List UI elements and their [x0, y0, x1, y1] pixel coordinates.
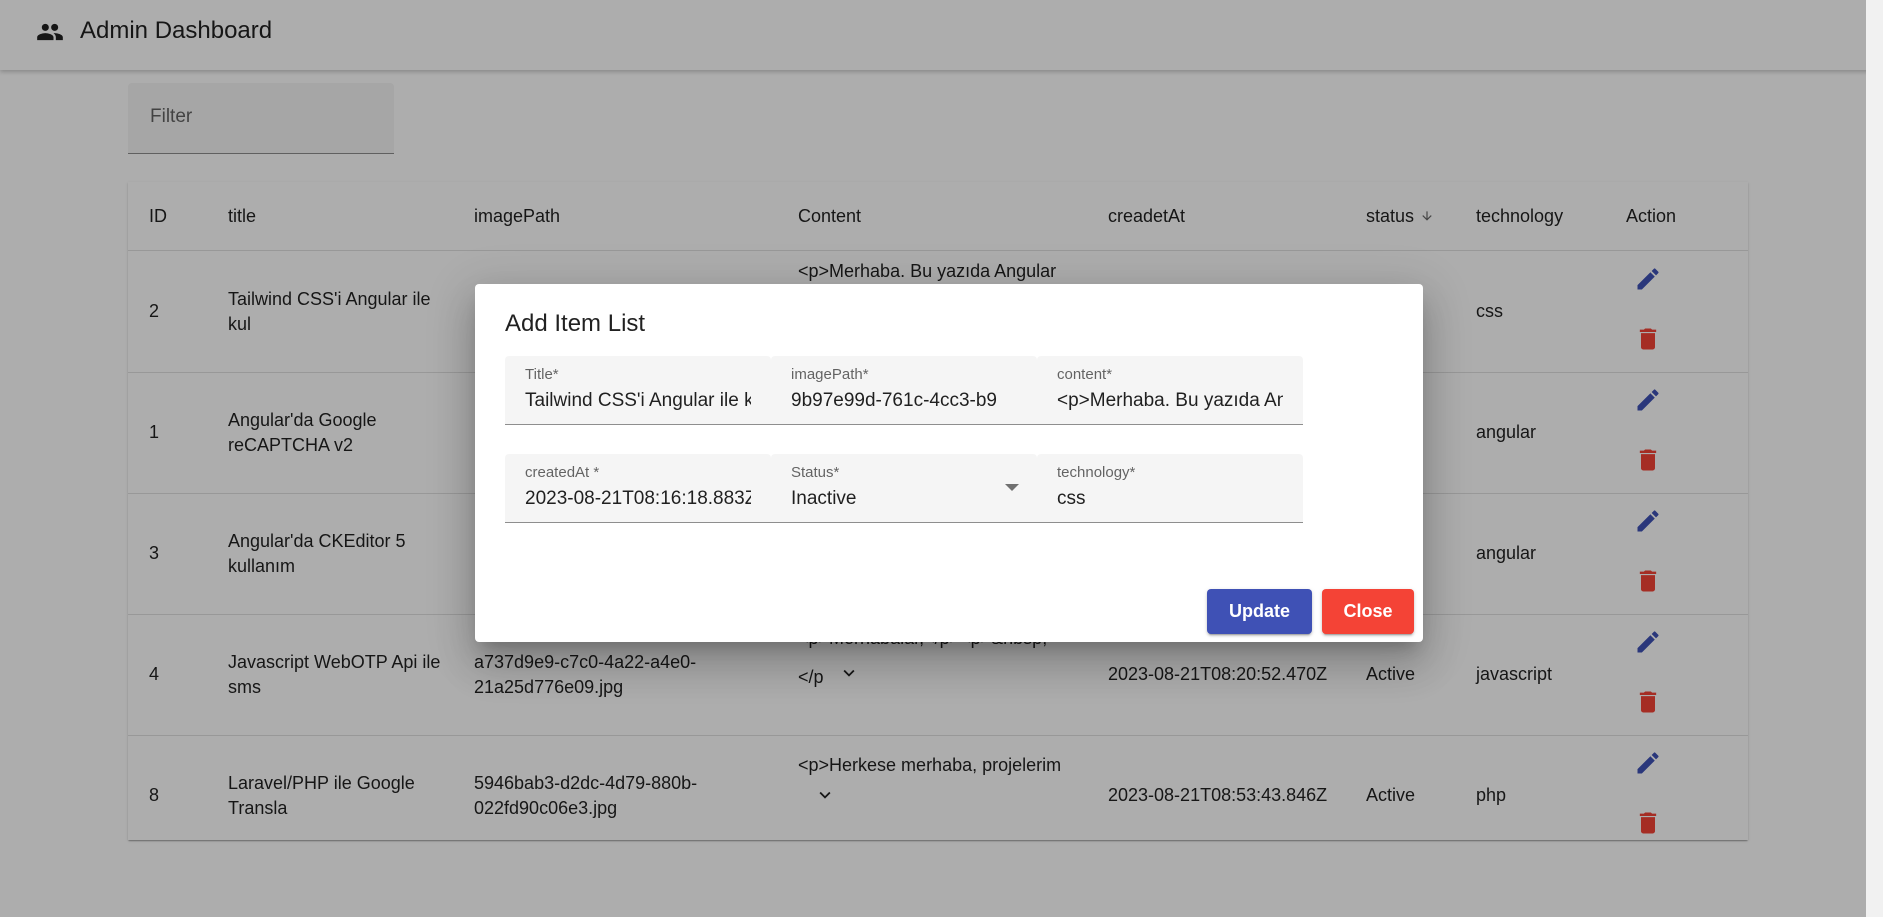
add-item-dialog: Add Item List Title* Tailwind CSS'i Angu…	[475, 284, 1423, 642]
dropdown-arrow-icon[interactable]	[1005, 484, 1019, 491]
technology-field-value[interactable]: css	[1057, 488, 1283, 510]
imagepath-field-label: imagePath*	[791, 366, 869, 383]
status-select[interactable]: Status* Inactive	[771, 454, 1037, 523]
title-field[interactable]: Title* Tailwind CSS'i Angular ile kul	[505, 356, 771, 425]
status-select-value[interactable]: Inactive	[791, 488, 1017, 510]
update-button[interactable]: Update	[1207, 589, 1312, 634]
content-field-value[interactable]: <p>Merhaba. Bu yazıda Angular	[1057, 390, 1283, 412]
title-field-value[interactable]: Tailwind CSS'i Angular ile kul	[525, 390, 751, 412]
imagepath-field[interactable]: imagePath* 9b97e99d-761c-4cc3-b9	[771, 356, 1037, 425]
technology-field[interactable]: technology* css	[1037, 454, 1303, 523]
page-scrollbar[interactable]	[1866, 0, 1883, 917]
createdat-field-label: createdAt *	[525, 464, 600, 481]
imagepath-field-value[interactable]: 9b97e99d-761c-4cc3-b9	[791, 390, 1017, 412]
content-field[interactable]: content* <p>Merhaba. Bu yazıda Angular	[1037, 356, 1303, 425]
close-button[interactable]: Close	[1322, 589, 1414, 634]
status-select-label: Status*	[791, 464, 840, 481]
content-field-label: content*	[1057, 366, 1113, 383]
title-field-label: Title*	[525, 366, 559, 383]
technology-field-label: technology*	[1057, 464, 1136, 481]
createdat-field-value[interactable]: 2023-08-21T08:16:18.883Z	[525, 488, 751, 510]
createdat-field[interactable]: createdAt * 2023-08-21T08:16:18.883Z	[505, 454, 771, 523]
dialog-title: Add Item List	[505, 310, 646, 337]
